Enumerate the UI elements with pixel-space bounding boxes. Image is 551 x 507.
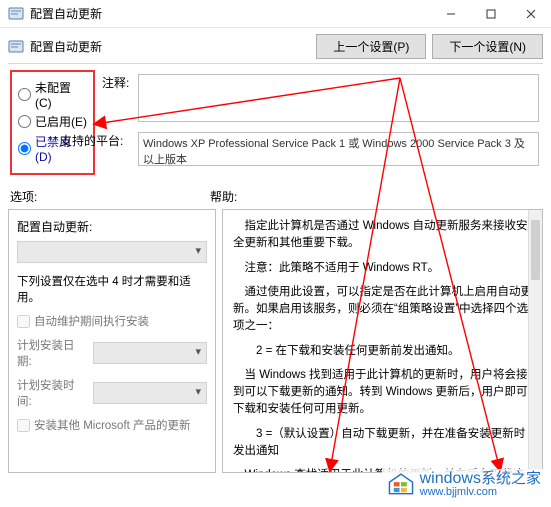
chk-maintenance[interactable]: 自动维护期间执行安装 xyxy=(17,313,207,329)
close-button[interactable] xyxy=(511,0,551,28)
help-panel: 指定此计算机是否通过 Windows 自动更新服务来接收安全更新和其他重要下载。… xyxy=(222,209,543,473)
radio-not-configured[interactable]: 未配置(C) xyxy=(18,79,87,110)
help-section-label: 帮助: xyxy=(210,188,237,205)
help-scrollbar[interactable] xyxy=(528,210,542,472)
policy-icon xyxy=(8,6,24,22)
settings-area: 未配置(C) 已启用(E) 已禁用(D) 注释: 支持的平台: Windows … xyxy=(0,64,551,174)
sched-time-select[interactable] xyxy=(93,382,207,404)
help-p3: 通过使用此设置，可以指定是否在此计算机上启用自动更新。如果启用该服务，则必须在“… xyxy=(233,284,532,336)
options-panel: 配置自动更新: 下列设置仅在选中 4 时才需要和适用。 自动维护期间执行安装 计… xyxy=(8,209,216,473)
platform-field: Windows XP Professional Service Pack 1 或… xyxy=(138,132,539,166)
help-p1: 指定此计算机是否通过 Windows 自动更新服务来接收安全更新和其他重要下载。 xyxy=(233,218,532,253)
sched-time-label: 计划安装时间: xyxy=(17,377,87,409)
comment-label: 注释: xyxy=(102,74,129,91)
radio-enabled[interactable]: 已启用(E) xyxy=(18,113,87,130)
sched-day-label: 计划安装日期: xyxy=(17,337,87,369)
update-mode-select[interactable] xyxy=(17,241,207,263)
section-labels: 选项: 帮助: xyxy=(0,174,551,209)
platform-label: 支持的平台: xyxy=(60,132,123,149)
chk-other-ms[interactable]: 安装其他 Microsoft 产品的更新 xyxy=(17,417,207,433)
radio-not-configured-label: 未配置(C) xyxy=(35,79,87,110)
policy-icon xyxy=(8,39,24,55)
window-title: 配置自动更新 xyxy=(30,5,102,22)
watermark-brand-en: windows xyxy=(420,470,481,487)
next-setting-button[interactable]: 下一个设置(N) xyxy=(432,34,543,59)
lower-panels: 配置自动更新: 下列设置仅在选中 4 时才需要和适用。 自动维护期间执行安装 计… xyxy=(0,209,551,481)
comment-field[interactable] xyxy=(138,74,539,122)
watermark: windows系统之家 www.bjjmlv.com xyxy=(382,469,545,501)
minimize-button[interactable] xyxy=(431,0,471,28)
maximize-button[interactable] xyxy=(471,0,511,28)
options-heading: 配置自动更新: xyxy=(17,218,207,235)
state-radio-group: 未配置(C) 已启用(E) 已禁用(D) xyxy=(10,70,95,175)
chk-maintenance-label: 自动维护期间执行安装 xyxy=(34,313,149,329)
options-note: 下列设置仅在选中 4 时才需要和适用。 xyxy=(17,273,207,305)
toolbar-heading: 配置自动更新 xyxy=(30,38,102,55)
windows-logo-icon xyxy=(386,472,416,498)
window-titlebar: 配置自动更新 xyxy=(0,0,551,28)
prev-setting-button[interactable]: 上一个设置(P) xyxy=(316,34,426,59)
help-p4: 2 = 在下载和安装任何更新前发出通知。 xyxy=(233,343,532,360)
chk-other-ms-label: 安装其他 Microsoft 产品的更新 xyxy=(34,417,191,433)
help-p5: 当 Windows 找到适用于此计算机的更新时，用户将会接到可以下载更新的通知。… xyxy=(233,367,532,419)
watermark-brand-cn: 系统之家 xyxy=(481,470,541,487)
radio-enabled-label: 已启用(E) xyxy=(35,113,87,130)
watermark-url: www.bjjmlv.com xyxy=(420,487,541,499)
help-p6: 3 =（默认设置）自动下载更新，并在准备安装更新时发出通知 xyxy=(233,426,532,461)
toolbar: 配置自动更新 上一个设置(P) 下一个设置(N) xyxy=(0,28,551,63)
help-p2: 注意：此策略不适用于 Windows RT。 xyxy=(233,260,532,277)
sched-day-select[interactable] xyxy=(93,342,207,364)
options-section-label: 选项: xyxy=(10,188,210,205)
